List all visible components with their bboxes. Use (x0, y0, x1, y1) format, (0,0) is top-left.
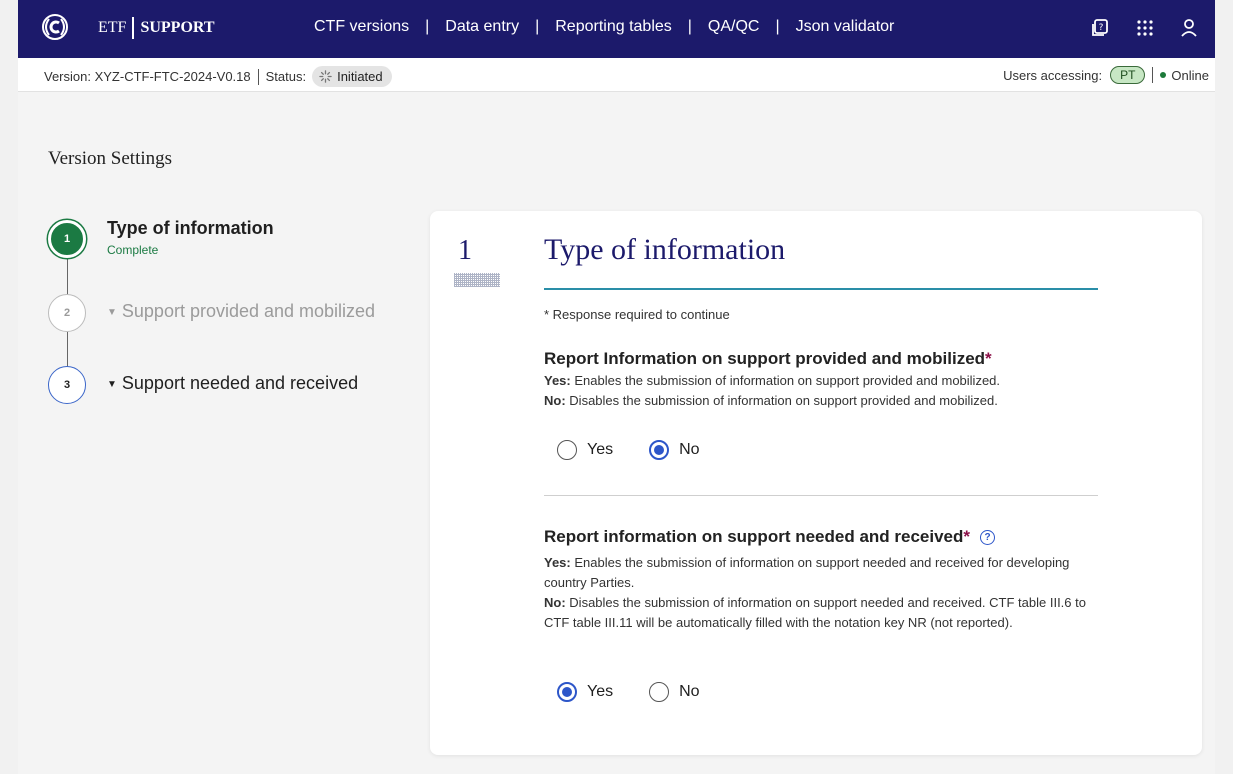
step-3-indicator[interactable]: 3 (48, 366, 86, 404)
step-3-item[interactable]: ▼ Support needed and received (107, 373, 358, 394)
step-2-indicator: 2 (48, 294, 86, 332)
question-1-radio-group: Yes No (557, 440, 736, 460)
radio-unchecked-icon[interactable] (557, 440, 577, 460)
presence-divider (1152, 67, 1154, 83)
question-1-description: Yes: Enables the submission of informati… (544, 371, 1104, 411)
radio-unchecked-icon[interactable] (649, 682, 670, 702)
brand-divider (132, 17, 135, 39)
brand-name: SUPPORT (140, 19, 215, 36)
step-3-title: Support needed and received (121, 373, 359, 393)
apps-grid-icon[interactable] (1133, 16, 1157, 40)
no-desc-text: Disables the submission of information o… (569, 393, 998, 408)
question-2-description: Yes: Enables the submission of informati… (544, 553, 1104, 633)
nav-qa-qc[interactable]: QA/QC (708, 18, 760, 36)
q1-no-radio[interactable]: No (649, 440, 700, 460)
required-star: * (985, 349, 992, 368)
nav-separator: | (775, 18, 780, 35)
top-navbar: ETF SUPPORT CTF versions | Data entry | … (18, 0, 1215, 58)
question-1-title: Report Information on support provided a… (544, 349, 992, 369)
spinner-icon (319, 70, 332, 83)
step-connector (67, 332, 68, 368)
settings-stepper: 1 Type of information Complete 2 ▼ Suppor… (48, 212, 418, 412)
presence-info: Users accessing: PT Online (1003, 66, 1209, 84)
caret-down-icon: ▼ (107, 379, 117, 390)
online-label: Online (1171, 67, 1209, 83)
step-2-item: ▼ Support provided and mobilized (107, 301, 375, 322)
nav-separator: | (425, 18, 430, 35)
user-avatar-pill[interactable]: PT (1110, 66, 1146, 84)
status-divider (257, 68, 259, 85)
main-nav: CTF versions | Data entry | Reporting ta… (314, 18, 894, 36)
no-desc-label: No: (544, 393, 566, 408)
section-number-pattern (454, 273, 500, 287)
section-title: Type of information (544, 233, 786, 266)
step-1-indicator[interactable]: 1 (48, 220, 86, 258)
users-accessing-label: Users accessing: (1003, 67, 1103, 83)
required-note: * Response required to continue (544, 307, 730, 322)
nav-separator: | (687, 18, 692, 35)
question-2-radio-group: Yes No (557, 682, 736, 702)
nav-reporting-tables[interactable]: Reporting tables (555, 18, 672, 36)
radio-label: No (679, 683, 700, 700)
question-divider (544, 495, 1098, 496)
section-number: 1 (458, 235, 472, 266)
q1-yes-radio[interactable]: Yes (557, 440, 613, 460)
radio-label: Yes (587, 441, 614, 458)
status-label: Status: (265, 69, 307, 84)
status-bar: Version: XYZ-CTF-FTC-2024-V0.18 Status: … (18, 58, 1215, 92)
nav-separator: | (535, 18, 540, 35)
radio-checked-icon[interactable] (557, 682, 577, 702)
app-brand[interactable]: ETF SUPPORT (98, 17, 215, 39)
nav-data-entry[interactable]: Data entry (445, 18, 519, 36)
section-card: 1 Type of information * Response require… (430, 211, 1202, 755)
online-status-dot (1160, 72, 1167, 78)
caret-down-icon: ▼ (107, 307, 117, 318)
section-title-rule (544, 288, 1098, 290)
app-frame: ETF SUPPORT CTF versions | Data entry | … (18, 0, 1215, 774)
version-info: Version: XYZ-CTF-FTC-2024-V0.18 Status: … (44, 66, 392, 87)
radio-checked-icon[interactable] (649, 440, 670, 460)
no-desc-text: Disables the submission of information o… (544, 595, 1086, 630)
nav-json-validator[interactable]: Json validator (796, 18, 895, 36)
status-badge: Initiated (312, 66, 392, 87)
version-label: Version: XYZ-CTF-FTC-2024-V0.18 (44, 69, 251, 84)
step-1-title[interactable]: Type of information (107, 218, 274, 239)
q2-yes-radio[interactable]: Yes (557, 682, 613, 702)
question-2-title: Report information on support needed and… (544, 527, 996, 547)
page-title: Version Settings (48, 148, 173, 169)
no-desc-label: No: (544, 595, 566, 610)
question-2-text: Report information on support needed and… (544, 527, 964, 546)
radio-label: Yes (587, 683, 614, 700)
yes-desc-label: Yes: (544, 373, 571, 388)
help-circle-icon[interactable]: ? (980, 530, 996, 545)
brand-prefix: ETF (98, 19, 127, 36)
status-value: Initiated (337, 69, 383, 84)
yes-desc-label: Yes: (544, 555, 571, 570)
user-icon[interactable] (1177, 16, 1201, 40)
question-1-text: Report Information on support provided a… (544, 349, 986, 368)
un-emblem-logo[interactable] (40, 12, 70, 42)
nav-ctf-versions[interactable]: CTF versions (314, 18, 409, 36)
step-2-title: Support provided and mobilized (121, 301, 376, 321)
help-book-icon[interactable]: ? (1088, 16, 1112, 40)
q2-no-radio[interactable]: No (649, 682, 700, 702)
svg-text:?: ? (1099, 23, 1104, 33)
yes-desc-text: Enables the submission of information on… (544, 555, 1070, 590)
step-1-status: Complete (107, 243, 159, 257)
required-star: * (963, 527, 971, 546)
radio-label: No (679, 441, 700, 458)
yes-desc-text: Enables the submission of information on… (574, 373, 1001, 388)
